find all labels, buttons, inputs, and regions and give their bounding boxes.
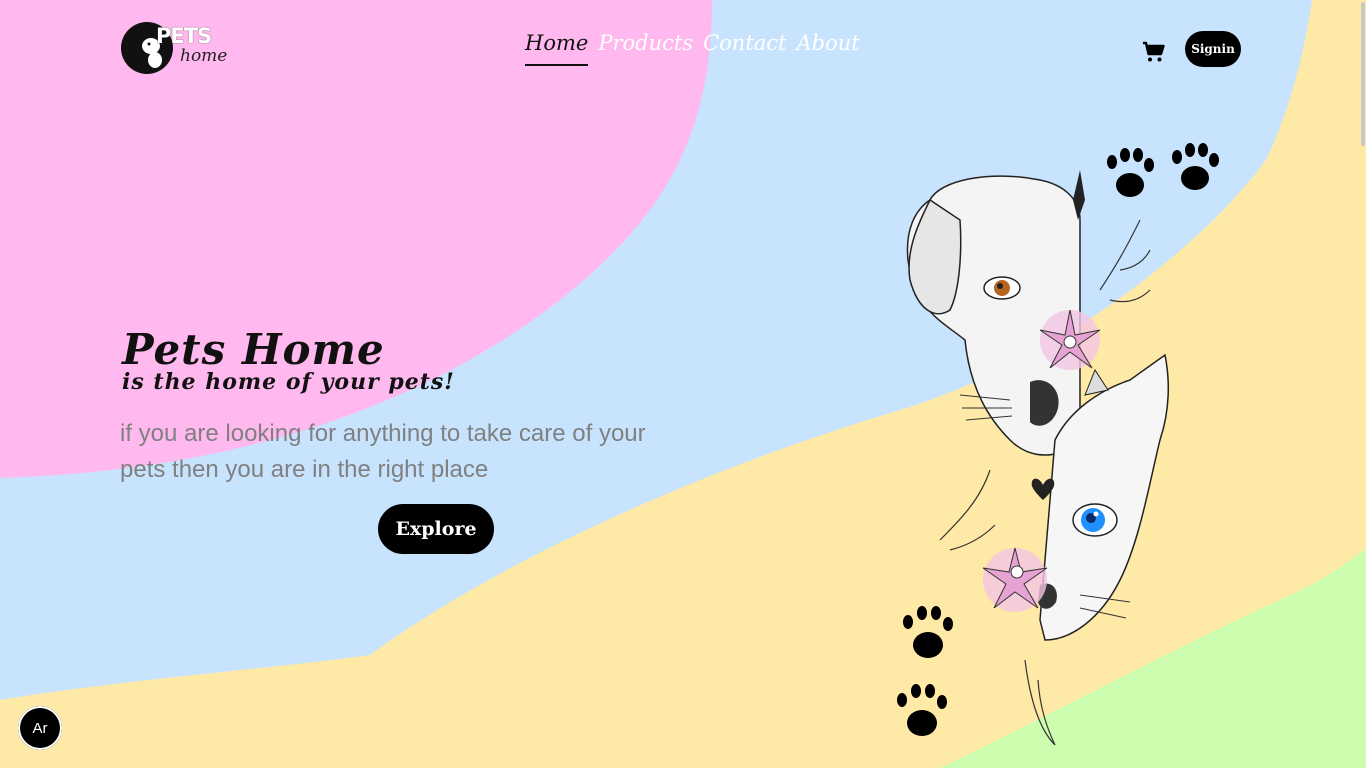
dog-cat-illustration: [897, 143, 1219, 746]
logo[interactable]: PETS home: [120, 20, 230, 76]
language-toggle-button[interactable]: Ar: [18, 706, 62, 750]
signin-button[interactable]: Signin: [1185, 31, 1241, 67]
scrollbar[interactable]: [1360, 0, 1366, 768]
logo-title: PETS: [156, 24, 212, 48]
hero-description: if you are looking for anything to take …: [120, 420, 646, 483]
nav-home[interactable]: Home: [525, 28, 589, 66]
logo-subtitle: home: [180, 46, 228, 66]
main-nav: Home Products Contact About: [525, 28, 860, 66]
landing-page: PETS home Home Products Contact About Si…: [0, 0, 1366, 768]
explore-button[interactable]: Explore: [378, 504, 494, 554]
hero-subtitle: is the home of your pets!: [122, 369, 455, 395]
nav-contact[interactable]: Contact: [703, 28, 786, 66]
shopping-cart-icon[interactable]: [1142, 40, 1166, 64]
nav-about[interactable]: About: [796, 28, 859, 66]
nav-products[interactable]: Products: [598, 28, 693, 66]
scrollbar-thumb[interactable]: [1361, 2, 1365, 146]
